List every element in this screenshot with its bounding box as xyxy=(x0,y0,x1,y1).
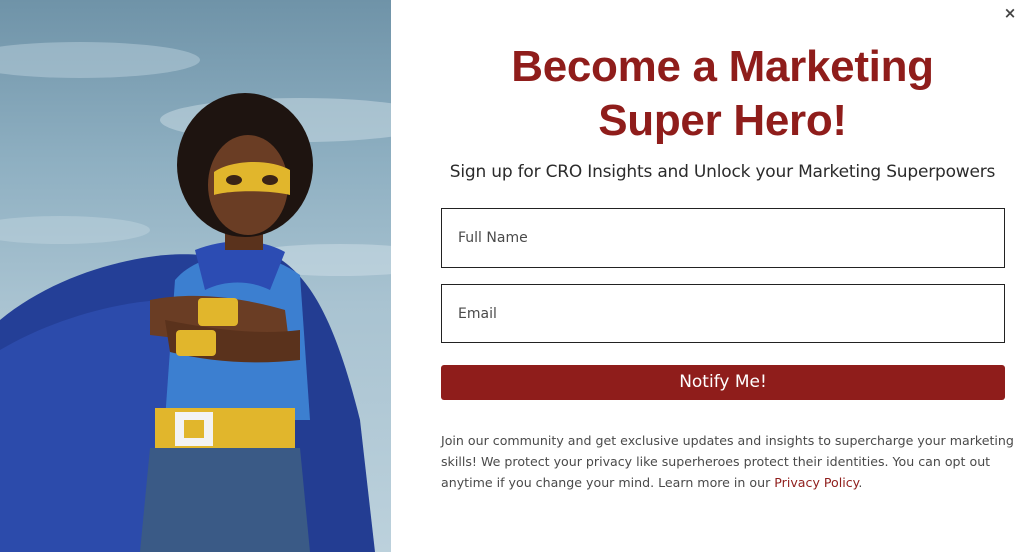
popup-subheadline: Sign up for CRO Insights and Unlock your… xyxy=(449,162,996,182)
close-icon[interactable]: × xyxy=(1000,3,1020,23)
popup-headline: Become a Marketing Super Hero! xyxy=(430,40,1015,148)
privacy-policy-link[interactable]: Privacy Policy xyxy=(774,475,858,490)
headline-line-1: Become a Marketing xyxy=(511,42,934,91)
privacy-disclaimer: Join our community and get exclusive upd… xyxy=(441,430,1016,493)
notify-me-button[interactable]: Notify Me! xyxy=(441,365,1005,400)
email-field[interactable] xyxy=(441,284,1005,343)
full-name-field[interactable] xyxy=(441,208,1005,268)
hero-image xyxy=(0,0,391,552)
superhero-kid-illustration xyxy=(0,42,391,552)
disclaimer-trailing: . xyxy=(858,475,863,490)
headline-line-2: Super Hero! xyxy=(598,96,847,145)
disclaimer-text: Join our community and get exclusive upd… xyxy=(441,433,1014,490)
